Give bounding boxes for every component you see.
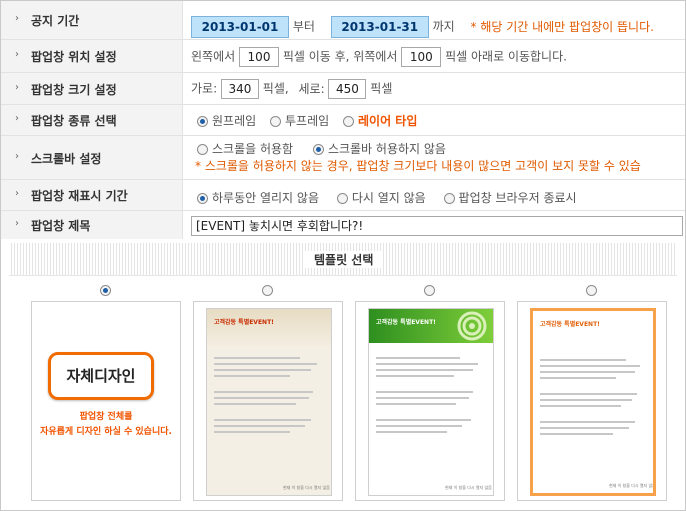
- scroll-row: › 스크롤바 설정 스크롤을 허용함 스크롤바 허용하지 않음 * 스크롤을 허…: [1, 136, 685, 180]
- template-preview-header: 고객감동 특별EVENT!: [369, 309, 493, 343]
- template-card-self-design[interactable]: 자체디자인 팝업창 전체를 자유롭게 디자인 하실 수 있습니다.: [31, 301, 181, 501]
- redisplay-label-cell: › 팝업창 재표시 기간: [1, 180, 183, 210]
- arrow-right-icon: ›: [15, 188, 19, 199]
- position-label-cell: › 팝업창 위치 설정: [1, 40, 183, 72]
- type-label-cell: › 팝업창 종류 선택: [1, 105, 183, 135]
- template-radio-1[interactable]: [262, 285, 273, 296]
- type-label: 팝업창 종류 선택: [31, 114, 117, 128]
- template-preview-lines: [214, 357, 322, 437]
- redisplay-radio-never[interactable]: [336, 193, 348, 204]
- template-preview-header: 고객감동 특별EVENT!: [207, 309, 331, 349]
- width-input[interactable]: 340: [220, 79, 259, 99]
- self-design-badge: 자체디자인: [48, 352, 154, 400]
- scroll-label: 스크롤바 설정: [31, 151, 102, 166]
- type-radio-one-frame[interactable]: [197, 116, 208, 127]
- arrow-right-icon: ›: [15, 113, 19, 124]
- period-after-text: 까지: [432, 19, 455, 34]
- left-offset-input[interactable]: 100: [239, 47, 279, 67]
- template-preview-lines: [540, 359, 648, 439]
- scroll-label-cell: › 스크롤바 설정: [1, 136, 183, 179]
- position-suffix: 픽셀 아래로 이동합니다.: [445, 49, 567, 64]
- arrow-right-icon: ›: [15, 49, 19, 60]
- redisplay-option-never: 다시 열지 않음: [351, 191, 426, 205]
- template-preview-title: 고객감동 특별EVENT!: [214, 319, 274, 326]
- template-preview-footer: 현재 이 창을 다시 열지 않음: [283, 485, 330, 490]
- template-preview-footer: 현재 이 창을 다시 열지 않음: [445, 485, 492, 490]
- template-section: 템플릿 선택 자체디자인 팝업창 전체를 자유롭게 디자인 하실 수 있습니다.…: [9, 243, 677, 509]
- start-date-input[interactable]: 2013-01-01: [191, 16, 289, 38]
- template-radio-2[interactable]: [424, 285, 435, 296]
- popup-settings-panel: › 공지 기간 2013-01-01 부터 2013-01-31 까지 * 해당…: [0, 0, 686, 511]
- title-label-cell: › 팝업창 제목: [1, 211, 183, 239]
- template-preview-orange: 고객감동 특별EVENT! 현재 이 창을 다시 열지 않음: [530, 308, 656, 496]
- template-preview-title: 고객감동 특별EVENT!: [540, 321, 600, 328]
- scroll-option-deny: 스크롤바 허용하지 않음: [327, 142, 446, 156]
- size-label: 팝업창 크기 설정: [31, 82, 117, 97]
- template-preview-header: 고객감동 특별EVENT!: [533, 311, 653, 351]
- type-radio-layer[interactable]: [343, 116, 354, 127]
- position-label: 팝업창 위치 설정: [31, 50, 117, 64]
- period-between-text: 부터: [292, 19, 315, 34]
- template-preview-title: 고객감동 특별EVENT!: [376, 319, 436, 326]
- template-radio-3[interactable]: [586, 285, 597, 296]
- period-note: * 해당 기간 내에만 팝업창이 뜹니다.: [470, 19, 654, 34]
- period-label-cell: › 공지 기간: [1, 1, 183, 39]
- type-radio-two-frame[interactable]: [270, 116, 281, 127]
- self-design-desc-line-1: 팝업창 전체를: [79, 412, 133, 422]
- arrow-right-icon: ›: [15, 218, 19, 229]
- height-label: 세로:: [298, 81, 325, 96]
- height-unit: 픽셀: [370, 81, 393, 96]
- template-heading: 템플릿 선택: [304, 251, 384, 268]
- redisplay-radio-day[interactable]: [197, 193, 208, 204]
- period-label: 공지 기간: [31, 14, 80, 28]
- title-label: 팝업창 제목: [31, 219, 91, 233]
- scroll-option-allow: 스크롤을 허용함: [212, 142, 294, 156]
- self-design-desc: 팝업창 전체를 자유롭게 디자인 하실 수 있습니다.: [32, 410, 180, 440]
- template-card-green[interactable]: 고객감동 특별EVENT! 현재 이 창을 다시 열지 않음: [355, 301, 505, 501]
- scroll-radio-allow[interactable]: [197, 144, 208, 155]
- template-header: 템플릿 선택: [9, 243, 677, 276]
- width-label: 가로:: [191, 81, 218, 96]
- top-offset-input[interactable]: 100: [401, 47, 442, 67]
- end-date-input[interactable]: 2013-01-31: [330, 16, 429, 38]
- arrow-right-icon: ›: [15, 13, 19, 24]
- title-row: › 팝업창 제목 [EVENT] 놓치시면 후회합니다?!: [1, 211, 685, 239]
- template-preview-beige: 고객감동 특별EVENT! 현재 이 창을 다시 열지 않음: [206, 308, 332, 496]
- arrow-right-icon: ›: [15, 150, 19, 162]
- type-option-one-frame: 원프레임: [212, 114, 257, 128]
- target-icon: [457, 311, 487, 341]
- redisplay-row: › 팝업창 재표시 기간 하루동안 열리지 않음 다시 열지 않음 팝업창 브라…: [1, 180, 685, 211]
- width-unit: 픽셀,: [262, 81, 289, 96]
- scroll-radio-deny[interactable]: [312, 144, 324, 155]
- position-prefix: 왼쪽에서: [191, 49, 236, 64]
- popup-title-input[interactable]: [EVENT] 놓치시면 후회합니다?!: [191, 216, 683, 236]
- size-label-cell: › 팝업창 크기 설정: [1, 73, 183, 104]
- type-option-layer: 레이어 타입: [358, 114, 418, 128]
- template-card-beige[interactable]: 고객감동 특별EVENT! 현재 이 창을 다시 열지 않음: [193, 301, 343, 501]
- template-preview-footer: 현재 이 창을 다시 열지 않음: [609, 483, 656, 488]
- position-mid: 픽셀 이동 후, 위쪽에서: [282, 49, 398, 64]
- redisplay-label: 팝업창 재표시 기간: [31, 189, 128, 203]
- height-input[interactable]: 450: [328, 79, 367, 99]
- redisplay-option-day: 하루동안 열리지 않음: [212, 191, 319, 205]
- redisplay-radio-browser-close[interactable]: [443, 193, 455, 204]
- redisplay-option-browser-close: 팝업창 브라우저 종료시: [458, 191, 577, 205]
- template-preview-lines: [376, 357, 484, 437]
- template-card-orange[interactable]: 고객감동 특별EVENT! 현재 이 창을 다시 열지 않음: [517, 301, 667, 501]
- type-option-two-frame: 투프레임: [285, 114, 330, 128]
- size-row: › 팝업창 크기 설정 가로: 340 픽셀, 세로: 450 픽셀: [1, 73, 685, 105]
- template-radio-self[interactable]: [100, 285, 111, 296]
- scroll-note: * 스크롤을 허용하지 않는 경우, 팝업창 크기보다 내용이 많으면 고객이 …: [195, 159, 641, 173]
- arrow-right-icon: ›: [15, 81, 19, 93]
- type-row: › 팝업창 종류 선택 원프레임 투프레임 레이어 타입: [1, 105, 685, 136]
- self-design-desc-line-2: 자유롭게 디자인 하실 수 있습니다.: [40, 427, 172, 437]
- position-row: › 팝업창 위치 설정 왼쪽에서 100 픽셀 이동 후, 위쪽에서 100 픽…: [1, 40, 685, 73]
- period-row: › 공지 기간 2013-01-01 부터 2013-01-31 까지 * 해당…: [1, 1, 685, 40]
- template-preview-green: 고객감동 특별EVENT! 현재 이 창을 다시 열지 않음: [368, 308, 494, 496]
